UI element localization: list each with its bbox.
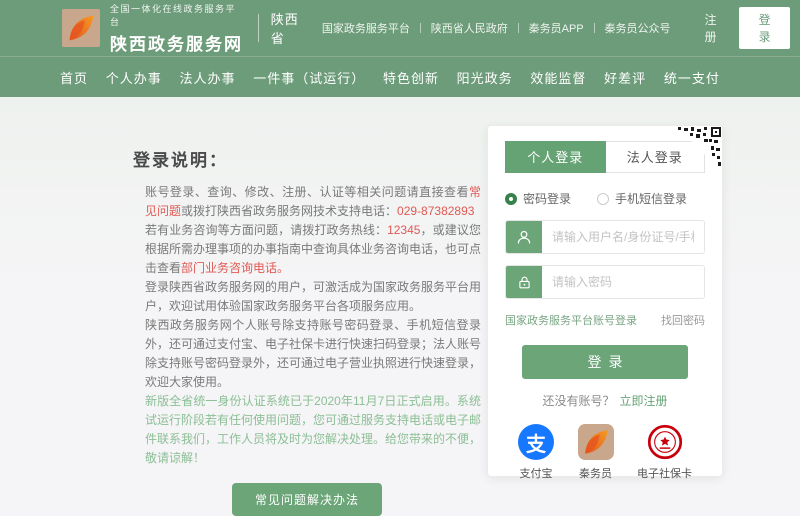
login-instructions: 登录说明： 账号登录、查询、修改、注册、认证等相关问题请直接查看常见问题或拨打陕…: [133, 151, 481, 509]
dept-phone-inline-link[interactable]: 部门业务咨询电话。: [181, 261, 289, 275]
qinwuyuan-login[interactable]: 秦务员: [578, 424, 614, 481]
forgot-password-link[interactable]: 找回密码: [661, 312, 705, 328]
nav-item-personal-affairs[interactable]: 个人办事: [106, 68, 162, 87]
method-password-login[interactable]: 密码登录: [505, 190, 571, 207]
register-row: 还没有账号？ 立即注册: [505, 392, 705, 409]
radio-unselected-icon[interactable]: [597, 193, 609, 205]
intro-text: 或拨打陕西省政务服务网技术支持电话：: [181, 204, 397, 218]
login-tabs: 个人登录 法人登录: [505, 141, 705, 173]
alipay-icon: 支: [518, 424, 554, 460]
intro-paragraph-2: 若有业务咨询等方面问题，请拨打政务热线：12345，或建议您根据所需办理事项的办…: [145, 221, 481, 278]
brand-text: 全国一体化在线政务服务平台 陕西政务服务网: [110, 2, 244, 55]
intro-paragraph-3: 登录陕西省政务服务网的用户，可激活成为国家政务服务平台用户，欢迎试用体验国家政务…: [145, 278, 481, 316]
alipay-login[interactable]: 支 支付宝: [518, 424, 554, 481]
username-field-group: [505, 220, 705, 254]
intro-paragraph-5-notice: 新版全省统一身份认证系统已于2020年11月7日正式启用。系统试运行阶段若有任何…: [145, 392, 481, 468]
social-security-card-label: 电子社保卡: [637, 465, 692, 481]
top-link-qinwuyuan-app[interactable]: 秦务员APP: [519, 20, 594, 36]
brand[interactable]: 全国一体化在线政务服务平台 陕西政务服务网 陕西省: [62, 2, 312, 55]
region-label: 陕西省: [271, 9, 312, 47]
intro-paragraph-4: 陕西政务服务网个人账号除支持账号密码登录、手机短信登录外，还可通过支付宝、电子社…: [145, 316, 481, 392]
nav-item-efficiency-supervision[interactable]: 效能监督: [530, 68, 586, 87]
top-link-national-platform[interactable]: 国家政务服务平台: [312, 20, 420, 36]
brand-divider: [258, 14, 259, 42]
nav-item-legal-affairs[interactable]: 法人办事: [179, 68, 235, 87]
register-now-link[interactable]: 立即注册: [620, 394, 668, 408]
password-field-group: [505, 265, 705, 299]
intro-paragraph-1: 账号登录、查询、修改、注册、认证等相关问题请直接查看常见问题或拨打陕西省政务服务…: [145, 183, 481, 221]
intro-text: 账号登录、查询、修改、注册、认证等相关问题请直接查看: [145, 185, 469, 199]
nav-item-unified-payment[interactable]: 统一支付: [664, 68, 720, 87]
tab-personal-login[interactable]: 个人登录: [505, 141, 606, 173]
support-phone: 029-87382893: [397, 204, 474, 218]
no-account-label: 还没有账号？: [542, 394, 614, 408]
qinwuyuan-label: 秦务员: [579, 465, 612, 481]
top-link-provincial-gov[interactable]: 陕西省人民政府: [421, 20, 518, 36]
qinwuyuan-leaf-icon: [578, 424, 614, 460]
login-panel: 个人登录 法人登录 密码登录 手机短信登录: [487, 125, 723, 477]
nav-item-rating[interactable]: 好差评: [604, 68, 646, 87]
qr-login-corner-icon[interactable]: [676, 126, 722, 172]
top-links: 国家政务服务平台 陕西省人民政府 秦务员APP 秦务员公众号 注册 登录: [312, 7, 790, 49]
login-submit-button[interactable]: 登录: [522, 345, 688, 379]
password-input[interactable]: [542, 266, 704, 298]
main-content: 登录说明： 账号登录、查询、修改、注册、认证等相关问题请直接查看常见问题或拨打陕…: [0, 97, 800, 509]
method-sms-label: 手机短信登录: [615, 190, 687, 207]
login-instructions-body: 账号登录、查询、修改、注册、认证等相关问题请直接查看常见问题或拨打陕西省政务服务…: [133, 183, 481, 468]
nav-item-one-thing[interactable]: 一件事（试运行）: [253, 68, 365, 87]
header-login-button[interactable]: 登录: [739, 7, 790, 49]
faq-solutions-button[interactable]: 常见问题解决办法: [232, 483, 382, 516]
method-password-label: 密码登录: [523, 190, 571, 207]
site-name: 陕西政务服务网: [110, 30, 244, 55]
register-link[interactable]: 注册: [705, 11, 726, 45]
main-nav: 首页 个人办事 法人办事 一件事（试运行） 特色创新 阳光政务 效能监督 好差评…: [0, 56, 800, 97]
person-icon: [506, 221, 542, 253]
site-logo-icon: [62, 9, 100, 47]
radio-selected-icon[interactable]: [505, 193, 517, 205]
site-header: 全国一体化在线政务服务平台 陕西政务服务网 陕西省 国家政务服务平台 陕西省人民…: [0, 0, 800, 56]
method-sms-login[interactable]: 手机短信登录: [597, 190, 687, 207]
nav-item-featured-innovation[interactable]: 特色创新: [383, 68, 439, 87]
national-platform-account-login-link[interactable]: 国家政务服务平台账号登录: [505, 312, 637, 328]
login-methods: 密码登录 手机短信登录: [505, 190, 705, 207]
third-party-login-row: 支 支付宝 秦务员: [505, 424, 705, 481]
top-link-qinwuyuan-wechat[interactable]: 秦务员公众号: [595, 20, 681, 36]
alipay-label: 支付宝: [520, 465, 553, 481]
login-instructions-title: 登录说明：: [133, 151, 481, 170]
social-security-card-login[interactable]: 电子社保卡: [637, 424, 692, 481]
nav-item-home[interactable]: 首页: [60, 68, 88, 87]
hotline-number: 12345: [387, 223, 420, 237]
social-security-card-seal-icon: [647, 424, 683, 460]
username-input[interactable]: [542, 221, 704, 253]
lock-icon: [506, 266, 542, 298]
intro-text: 若有业务咨询等方面问题，请拨打政务热线：: [145, 223, 387, 237]
helper-links-row: 国家政务服务平台账号登录 找回密码: [505, 312, 705, 328]
platform-tagline: 全国一体化在线政务服务平台: [110, 2, 244, 28]
nav-item-sunshine-gov[interactable]: 阳光政务: [457, 68, 513, 87]
